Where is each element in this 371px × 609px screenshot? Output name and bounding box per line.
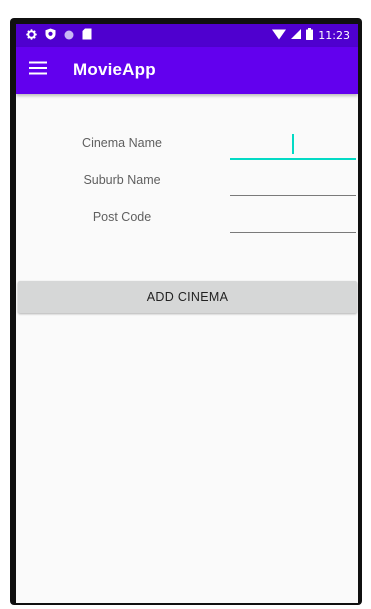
battery-icon <box>306 28 314 43</box>
post-code-input[interactable] <box>230 208 356 233</box>
form-row-cinema-name: Cinema Name <box>16 130 358 160</box>
circle-icon <box>64 27 74 45</box>
suburb-name-label: Suburb Name <box>83 173 161 187</box>
status-time: 11:23 <box>318 29 350 42</box>
menu-button[interactable] <box>24 56 52 84</box>
add-cinema-button[interactable]: ADD CINEMA <box>18 281 357 313</box>
gear-icon <box>26 27 37 45</box>
cinema-name-label: Cinema Name <box>82 136 162 150</box>
form-row-post-code: Post Code <box>16 204 358 234</box>
post-code-label: Post Code <box>92 210 152 224</box>
status-bar: 11:23 <box>16 24 358 47</box>
device: 11:23 MovieApp Cinema Name Suburb Name P… <box>0 0 371 609</box>
app-screen: 11:23 MovieApp Cinema Name Suburb Name P… <box>16 24 358 603</box>
suburb-name-input[interactable] <box>230 171 356 196</box>
sd-card-icon <box>82 27 92 45</box>
app-bar: MovieApp <box>16 47 358 94</box>
text-cursor <box>292 134 294 154</box>
hamburger-menu-icon <box>29 61 47 80</box>
form-row-suburb-name: Suburb Name <box>16 167 358 197</box>
signal-icon <box>291 29 302 42</box>
status-notification-icons <box>26 28 92 43</box>
app-title: MovieApp <box>73 60 156 79</box>
wifi-icon <box>272 29 287 43</box>
status-system-icons: 11:23 <box>272 28 350 43</box>
shield-icon <box>45 27 56 45</box>
